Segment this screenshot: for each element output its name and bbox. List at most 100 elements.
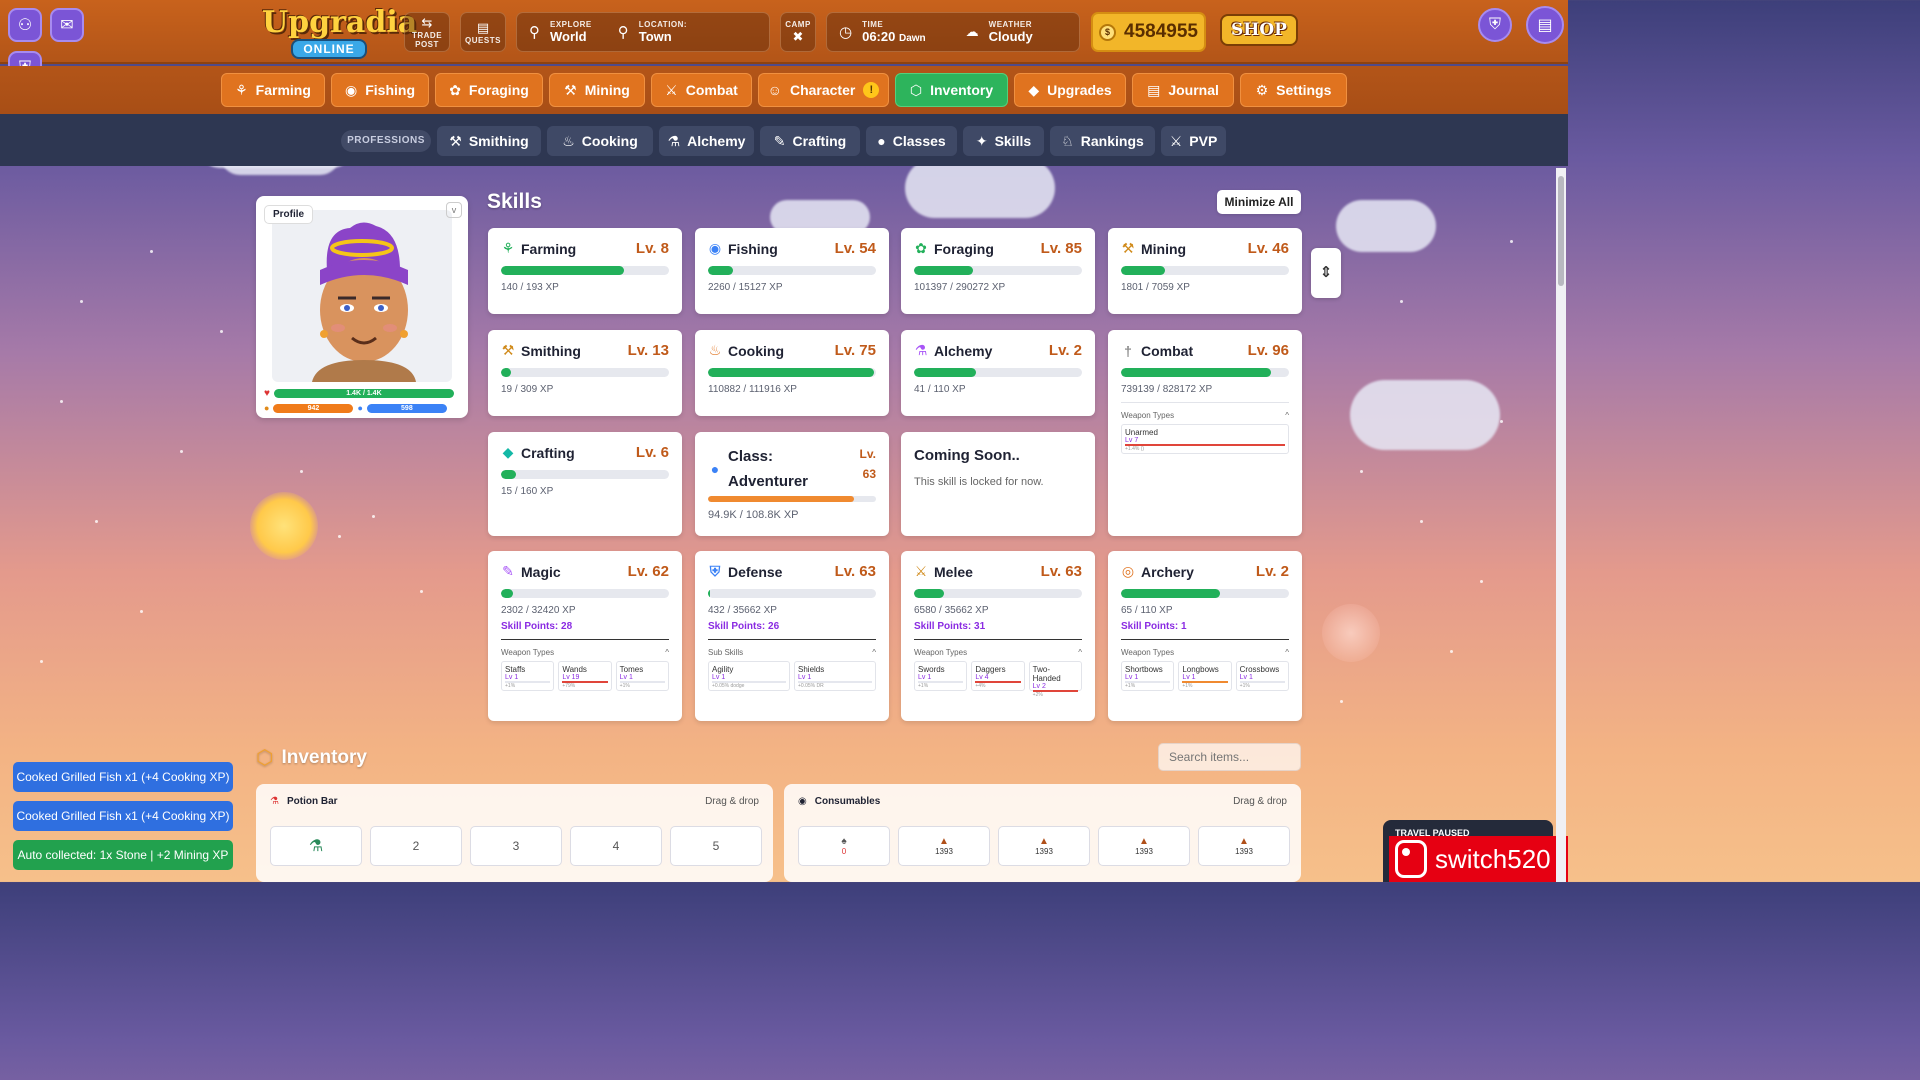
tab-inventory[interactable]: ⬡ Inventory	[895, 73, 1008, 107]
weapon-types-header[interactable]: Weapon Types ^	[914, 648, 1082, 657]
shop-button[interactable]: SHOP	[1220, 14, 1298, 46]
xp-bar	[501, 368, 669, 377]
skill-card-cooking[interactable]: ♨ Cooking Lv. 75 110882 / 111916 XP	[695, 330, 889, 416]
shield-button[interactable]: ⛨	[1478, 8, 1512, 42]
xp-bar	[1121, 266, 1289, 275]
consumable-slot[interactable]: ▲ 1393	[1198, 826, 1290, 866]
tab-mining[interactable]: ⚒ Mining	[549, 73, 645, 107]
xp-text: 19 / 309 XP	[501, 384, 554, 395]
skill-name: Foraging	[934, 240, 994, 257]
weapon-name: Swords	[918, 665, 945, 674]
skill-name: Archery	[1141, 563, 1194, 580]
chevron-up-icon: ^	[1285, 411, 1289, 420]
tab-fishing[interactable]: ◉ Fishing	[331, 73, 429, 107]
cloud	[1350, 380, 1500, 450]
skill-card-class[interactable]: ● Class: Adventurer Lv. 63 94.9K / 108.8K …	[695, 432, 889, 536]
fish-icon: ◉	[708, 240, 722, 256]
tab-foraging[interactable]: ✿ Foraging	[435, 73, 543, 107]
xp-fill	[708, 496, 855, 502]
camp-button[interactable]: CAMP ✖	[780, 12, 816, 52]
skill-card-defense[interactable]: ⛨ Defense Lv. 63 432 / 35662 XP Skill Poin…	[695, 551, 889, 721]
skill-level: Lv. 2	[1048, 342, 1082, 359]
subtab-alchemy[interactable]: ⚗ Alchemy	[659, 126, 754, 156]
swap-icon: ⇆	[421, 15, 433, 30]
potion-slot-5[interactable]: 5	[670, 826, 762, 866]
consumable-slot[interactable]: ▲ 1393	[998, 826, 1090, 866]
sub-skill-bonus: +0.05% DR	[798, 683, 824, 689]
subtab-skills[interactable]: ✦ Skills	[963, 126, 1044, 156]
chevron-down-icon[interactable]: v	[446, 202, 462, 218]
potion-slot-2[interactable]: 2	[370, 826, 462, 866]
potion-slot-4[interactable]: 4	[570, 826, 662, 866]
skill-card-smithing[interactable]: ⚒ Smithing Lv. 13 19 / 309 XP	[488, 330, 682, 416]
skill-points: Skill Points: 31	[914, 621, 986, 632]
skill-card-farming[interactable]: ⚘ Farming Lv. 8 140 / 193 XP	[488, 228, 682, 314]
subtab-smithing[interactable]: ⚒ Smithing	[437, 126, 541, 156]
skill-points: Skill Points: 1	[1121, 621, 1187, 632]
trade-post-button[interactable]: ⇆ TRADE POST	[404, 12, 450, 52]
weapon-types-header[interactable]: Weapon Types ^	[1121, 648, 1289, 657]
skill-name: Magic	[521, 563, 561, 580]
skill-card-magic[interactable]: ✎ Magic Lv. 62 2302 / 32420 XP Skill Point…	[488, 551, 682, 721]
expand-icon[interactable]: ⇕	[1311, 248, 1341, 298]
tab-settings[interactable]: ⚙ Settings	[1240, 73, 1347, 107]
subtab-rankings[interactable]: ♘ Rankings	[1050, 126, 1155, 156]
xp-bar	[708, 368, 876, 377]
consumable-slot[interactable]: ♠ 0	[798, 826, 890, 866]
minimize-all-button[interactable]: Minimize All	[1217, 190, 1301, 214]
skill-card-alchemy[interactable]: ⚗ Alchemy Lv. 2 41 / 110 XP	[901, 330, 1095, 416]
tab-combat[interactable]: ⚔ Combat	[651, 73, 752, 107]
inventory-search-input[interactable]	[1158, 743, 1301, 771]
toast-notification[interactable]: Auto collected: 1x Stone | +2 Mining XP	[13, 840, 233, 870]
gear-icon: ⚙	[1255, 81, 1269, 98]
quests-button[interactable]: ▤ QUESTS	[460, 12, 506, 52]
xp-fill	[914, 589, 945, 598]
weapon-types-header[interactable]: Weapon Types ^	[1121, 411, 1289, 420]
health-row: ♥ 1.4K / 1.4K	[264, 388, 460, 399]
skill-card-foraging[interactable]: ✿ Foraging Lv. 85 101397 / 290272 XP	[901, 228, 1095, 314]
profile-card: Profile v ♥ 1.4K / 1.4K ● 942 ● 598	[256, 196, 468, 418]
tab-label: Upgrades	[1047, 82, 1112, 98]
profile-tag[interactable]: Profile	[264, 205, 314, 224]
tab-journal[interactable]: ▤ Journal	[1132, 73, 1234, 107]
sub-section-label: Weapon Types	[501, 648, 555, 657]
skill-card-combat[interactable]: † Combat Lv. 96 739139 / 828172 XP Weapon …	[1108, 330, 1302, 536]
weapon-name: Longbows	[1182, 665, 1219, 674]
skill-card-archery[interactable]: ◎ Archery Lv. 2 65 / 110 XP Skill Points: …	[1108, 551, 1302, 721]
sub-skill-name: Agility	[712, 665, 734, 674]
tab-upgrades[interactable]: ◆ Upgrades	[1014, 73, 1126, 107]
subtab-cooking[interactable]: ♨ Cooking	[547, 126, 653, 156]
weapon-bonus: +4%	[975, 683, 986, 689]
toast-notification[interactable]: Cooked Grilled Fish x1 (+4 Cooking XP)	[13, 801, 233, 831]
tab-farming[interactable]: ⚘ Farming	[221, 73, 325, 107]
location-value: Town	[638, 29, 672, 44]
subtab-pvp[interactable]: ⚔ PVP	[1161, 126, 1226, 156]
sub-skills-header[interactable]: Sub Skills ^	[708, 648, 876, 657]
consumable-slot[interactable]: ▲ 1393	[1098, 826, 1190, 866]
skill-card-fishing[interactable]: ◉ Fishing Lv. 54 2260 / 15127 XP	[695, 228, 889, 314]
friends-button[interactable]: ⚇	[8, 8, 42, 42]
toast-notification[interactable]: Cooked Grilled Fish x1 (+4 Cooking XP)	[13, 762, 233, 792]
potion-slot-1[interactable]: ⚗	[270, 826, 362, 866]
skill-card-melee[interactable]: ⚔ Melee Lv. 63 6580 / 35662 XP Skill Point…	[901, 551, 1095, 721]
xp-bar	[914, 368, 1082, 377]
game-logo[interactable]: Upgradia ONLINE	[262, 5, 418, 62]
clipboard-button[interactable]: ▤	[1526, 6, 1564, 44]
consumable-slot[interactable]: ▲ 1393	[898, 826, 990, 866]
subtab-crafting[interactable]: ✎ Crafting	[760, 126, 860, 156]
xp-fill	[501, 266, 624, 275]
logo-title: Upgradia	[262, 5, 418, 40]
potion-slot-3[interactable]: 3	[470, 826, 562, 866]
explore-location-panel[interactable]: ⚲ EXPLORE World ⚲ LOCATION: Town	[516, 12, 770, 52]
weapon-types-header[interactable]: Weapon Types ^	[501, 648, 669, 657]
skill-card-mining[interactable]: ⚒ Mining Lv. 46 1801 / 7059 XP	[1108, 228, 1302, 314]
skill-card-crafting[interactable]: ◆ Crafting Lv. 6 15 / 160 XP	[488, 432, 682, 536]
page-scrollbar[interactable]	[1556, 168, 1566, 882]
mail-button[interactable]: ✉	[50, 8, 84, 42]
xp-text: 41 / 110 XP	[914, 384, 966, 395]
sub-skill-agility: Agility Lv 1 +0.05% dodge	[708, 661, 790, 691]
weapon-type-shortbows: Shortbows Lv 1 +1%	[1121, 661, 1175, 691]
scrollbar-thumb[interactable]	[1558, 176, 1564, 286]
subtab-classes[interactable]: ● Classes	[866, 126, 957, 156]
tab-character[interactable]: ☺ Character!	[758, 73, 889, 107]
